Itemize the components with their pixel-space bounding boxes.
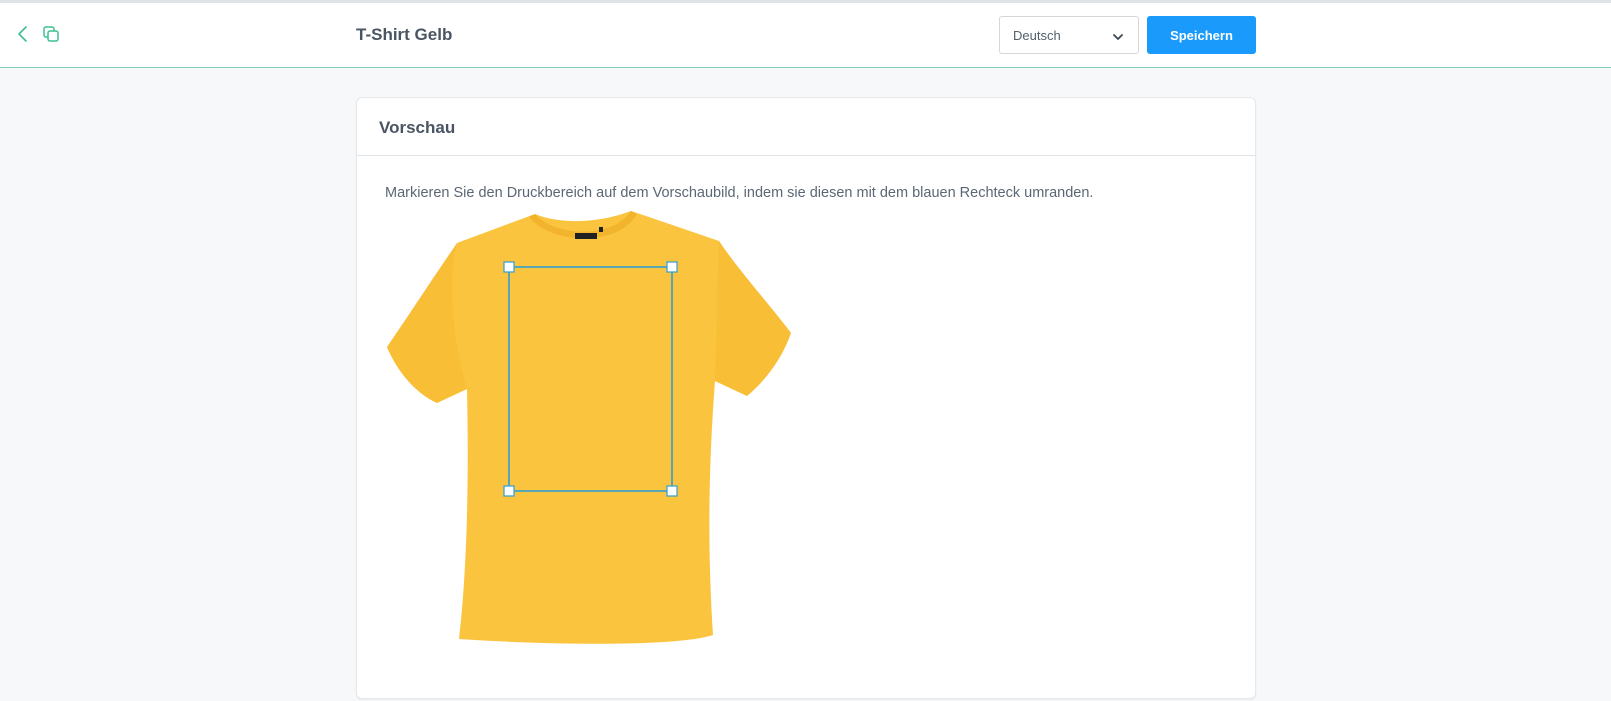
resize-handle-bottom-right[interactable] [666,485,678,497]
card-title: Vorschau [379,118,456,137]
instruction-text: Markieren Sie den Druckbereich auf dem V… [385,185,1094,201]
resize-handle-bottom-left[interactable] [503,485,515,497]
chevron-down-icon [1112,30,1124,42]
save-button[interactable]: Speichern [1147,16,1256,54]
language-selected-value: Deutsch [1013,28,1061,43]
app-header: T-Shirt Gelb Deutsch Speichern [0,3,1611,68]
preview-image-area[interactable] [387,211,807,655]
tshirt-image [387,211,791,644]
page-title: T-Shirt Gelb [356,25,453,44]
language-select[interactable]: Deutsch [999,16,1139,54]
copy-icon[interactable] [40,23,62,45]
chevron-left-icon[interactable] [12,23,34,45]
preview-card: Vorschau Markieren Sie den Druckbereich … [356,97,1256,699]
card-header: Vorschau [357,98,1255,156]
resize-handle-top-left[interactable] [503,261,515,273]
resize-handle-top-right[interactable] [666,261,678,273]
